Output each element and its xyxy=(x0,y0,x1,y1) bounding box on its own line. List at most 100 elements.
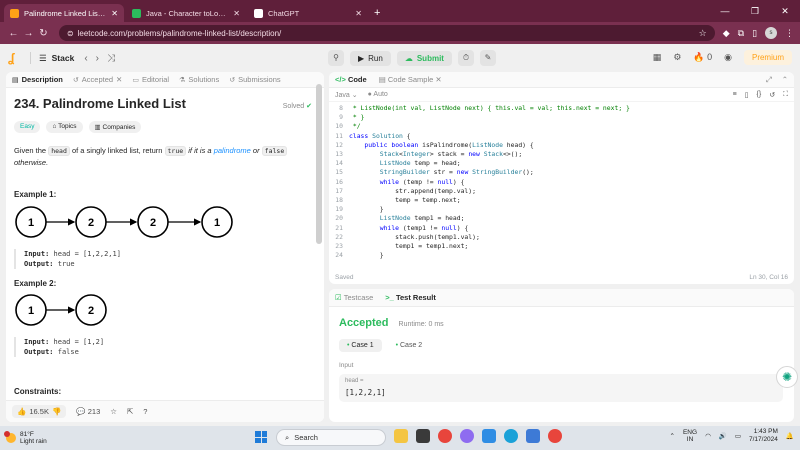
media-app-icon[interactable] xyxy=(416,429,430,443)
close-window-icon[interactable]: ✕ xyxy=(770,0,800,22)
code-line[interactable]: 15 StringBuilder str = new StringBuilder… xyxy=(329,168,794,177)
store-icon[interactable] xyxy=(526,429,540,443)
menu-dots-icon[interactable]: ⋮ xyxy=(785,28,794,39)
code-line[interactable]: 24 } xyxy=(329,251,794,260)
browser-tab-1[interactable]: Java - Character toLowerCase() ✕ xyxy=(126,4,246,22)
chrome-profile-icon[interactable] xyxy=(548,429,562,443)
collapse-icon[interactable]: ⌃ xyxy=(782,75,788,85)
help-icon[interactable]: ? xyxy=(143,407,147,416)
submit-button[interactable]: ☁ Submit xyxy=(396,50,452,66)
weather-widget[interactable]: 81°F Light rain xyxy=(4,431,47,445)
code-line[interactable]: 22 stack.push(temp1.val); xyxy=(329,233,794,242)
topics-button[interactable]: ⌂ Topics xyxy=(46,121,83,133)
volume-icon[interactable]: 🔊 xyxy=(719,432,727,440)
shuffle-icon[interactable]: ⤨ xyxy=(107,53,115,64)
chrome-icon[interactable] xyxy=(438,429,452,443)
wifi-icon[interactable]: ◠ xyxy=(705,432,711,440)
tab-description[interactable]: ▤ Description xyxy=(12,75,63,84)
close-tab-icon[interactable]: ✕ xyxy=(355,9,362,18)
close-tab-icon[interactable]: ✕ xyxy=(233,9,240,18)
minimize-icon[interactable]: — xyxy=(710,0,740,22)
comments-button[interactable]: 💬 213 xyxy=(76,407,100,416)
windows-start-icon[interactable] xyxy=(255,431,267,443)
tab-testcase[interactable]: ☑ Testcase xyxy=(335,293,373,302)
photos-icon[interactable] xyxy=(482,429,496,443)
tab-submissions[interactable]: ↺ Submissions xyxy=(229,75,280,84)
code-line[interactable]: 17 str.append(temp.val); xyxy=(329,187,794,196)
code-line[interactable]: 8 * ListNode(int val, ListNode next) { t… xyxy=(329,104,794,113)
profile-avatar[interactable]: s xyxy=(765,27,778,39)
timer-icon[interactable]: ⏱ xyxy=(457,50,474,66)
layout-icon[interactable]: ▦ xyxy=(653,52,662,63)
code-area[interactable]: 8 * ListNode(int val, ListNode next) { t… xyxy=(329,104,794,268)
maximize-icon[interactable]: ❐ xyxy=(740,0,770,22)
bookmark-star-icon[interactable]: ☆ xyxy=(699,28,707,39)
code-line[interactable]: 13 Stack<Integer> stack = new Stack<>(); xyxy=(329,150,794,159)
browser-tab-2[interactable]: ChatGPT ✕ xyxy=(248,4,368,22)
thumbs-down-icon[interactable]: 👎 xyxy=(52,407,61,416)
code-line[interactable]: 16 while (temp != null) { xyxy=(329,178,794,187)
bookmark-icon[interactable]: ▯ xyxy=(745,91,749,99)
next-problem-icon[interactable]: › xyxy=(96,53,99,64)
code-line[interactable]: 18 temp = temp.next; xyxy=(329,196,794,205)
prev-problem-icon[interactable]: ‹ xyxy=(84,53,87,64)
new-tab-icon[interactable]: + xyxy=(374,4,380,22)
reload-icon[interactable]: ↻ xyxy=(36,28,51,39)
streak-counter[interactable]: 🔥 0 xyxy=(693,52,712,63)
tab-editorial[interactable]: ▭ Editorial xyxy=(132,75,169,84)
copilot-icon[interactable] xyxy=(460,429,474,443)
like-button[interactable]: 👍 16.5K 👎 xyxy=(12,405,67,418)
code-line[interactable]: 9 * } xyxy=(329,113,794,122)
case-tab-1[interactable]: • Case 1 xyxy=(339,339,382,352)
description-scrollbar[interactable] xyxy=(316,84,322,244)
code-line[interactable]: 12 public boolean isPalindrome(ListNode … xyxy=(329,141,794,150)
share-icon[interactable]: ⇱ xyxy=(127,407,133,416)
back-icon[interactable]: ← xyxy=(6,28,21,39)
browser-tab-0[interactable]: Palindrome Linked List - LeetC ✕ xyxy=(4,4,124,22)
leetcode-logo-icon[interactable]: ʆ xyxy=(8,51,22,65)
tab-accepted[interactable]: ↺ Accepted ✕ xyxy=(73,75,122,84)
close-tab-icon[interactable]: ✕ xyxy=(435,75,441,84)
code-line[interactable]: 11 class Solution { xyxy=(329,132,794,141)
site-info-icon[interactable]: ⊜ xyxy=(67,29,74,38)
star-icon[interactable]: ☆ xyxy=(110,407,117,416)
language-indicator[interactable]: ENG IN xyxy=(683,429,697,443)
file-explorer-icon[interactable] xyxy=(394,429,408,443)
close-tab-icon[interactable]: ✕ xyxy=(111,9,118,18)
code-line[interactable]: 14 ListNode temp = head; xyxy=(329,159,794,168)
edge-icon[interactable] xyxy=(504,429,518,443)
run-button[interactable]: ▶ Run xyxy=(350,50,391,66)
user-avatar-icon[interactable]: ◉ xyxy=(724,52,732,63)
companies-button[interactable]: ▥ Companies xyxy=(88,121,142,133)
tab-code[interactable]: </> Code xyxy=(335,75,367,84)
puzzle-icon[interactable]: ⧉ xyxy=(738,28,744,39)
taskbar-search[interactable]: ⌕ Search xyxy=(276,429,386,446)
format-icon[interactable]: ≡ xyxy=(733,91,737,99)
code-line[interactable]: 20 ListNode temp1 = head; xyxy=(329,214,794,223)
settings-gear-icon[interactable]: ⚙ xyxy=(673,52,681,63)
autocomplete-toggle[interactable]: ● Auto xyxy=(368,91,388,98)
chatgpt-float-icon[interactable]: ✺ xyxy=(776,366,798,388)
url-input[interactable]: ⊜ leetcode.com/problems/palindrome-linke… xyxy=(58,25,715,41)
fullscreen-icon[interactable]: ⛶ xyxy=(783,91,788,99)
problem-title[interactable]: 234. Palindrome Linked List xyxy=(14,96,312,111)
clock[interactable]: 1:43 PM 7/17/2024 xyxy=(749,428,778,444)
problem-list-button[interactable]: ☰ Stack xyxy=(39,53,74,64)
case-tab-2[interactable]: • Case 2 xyxy=(388,339,431,352)
premium-button[interactable]: Premium xyxy=(743,50,792,65)
forward-icon[interactable]: → xyxy=(21,28,36,39)
expand-icon[interactable]: ⤢ xyxy=(766,75,772,85)
notification-bell-icon[interactable]: 🔔 xyxy=(786,432,794,440)
tray-chevron-icon[interactable]: ⌃ xyxy=(670,432,675,440)
code-line[interactable]: 21 while (temp1 != null) { xyxy=(329,224,794,233)
code-line[interactable]: 10 */ xyxy=(329,122,794,131)
code-line[interactable]: 23 temp1 = temp1.next; xyxy=(329,242,794,251)
braces-icon[interactable]: {} xyxy=(757,91,762,99)
note-icon[interactable]: ✎ xyxy=(479,50,496,66)
battery-icon[interactable]: ▭ xyxy=(735,432,741,440)
extension-icon[interactable]: ◆ xyxy=(723,28,730,39)
palindrome-link[interactable]: palindrome xyxy=(214,146,251,155)
language-select[interactable]: Java ⌄ xyxy=(335,91,358,99)
tab-code-sample[interactable]: ▤ Code Sample ✕ xyxy=(379,75,442,84)
close-tab-icon[interactable]: ✕ xyxy=(116,75,122,84)
